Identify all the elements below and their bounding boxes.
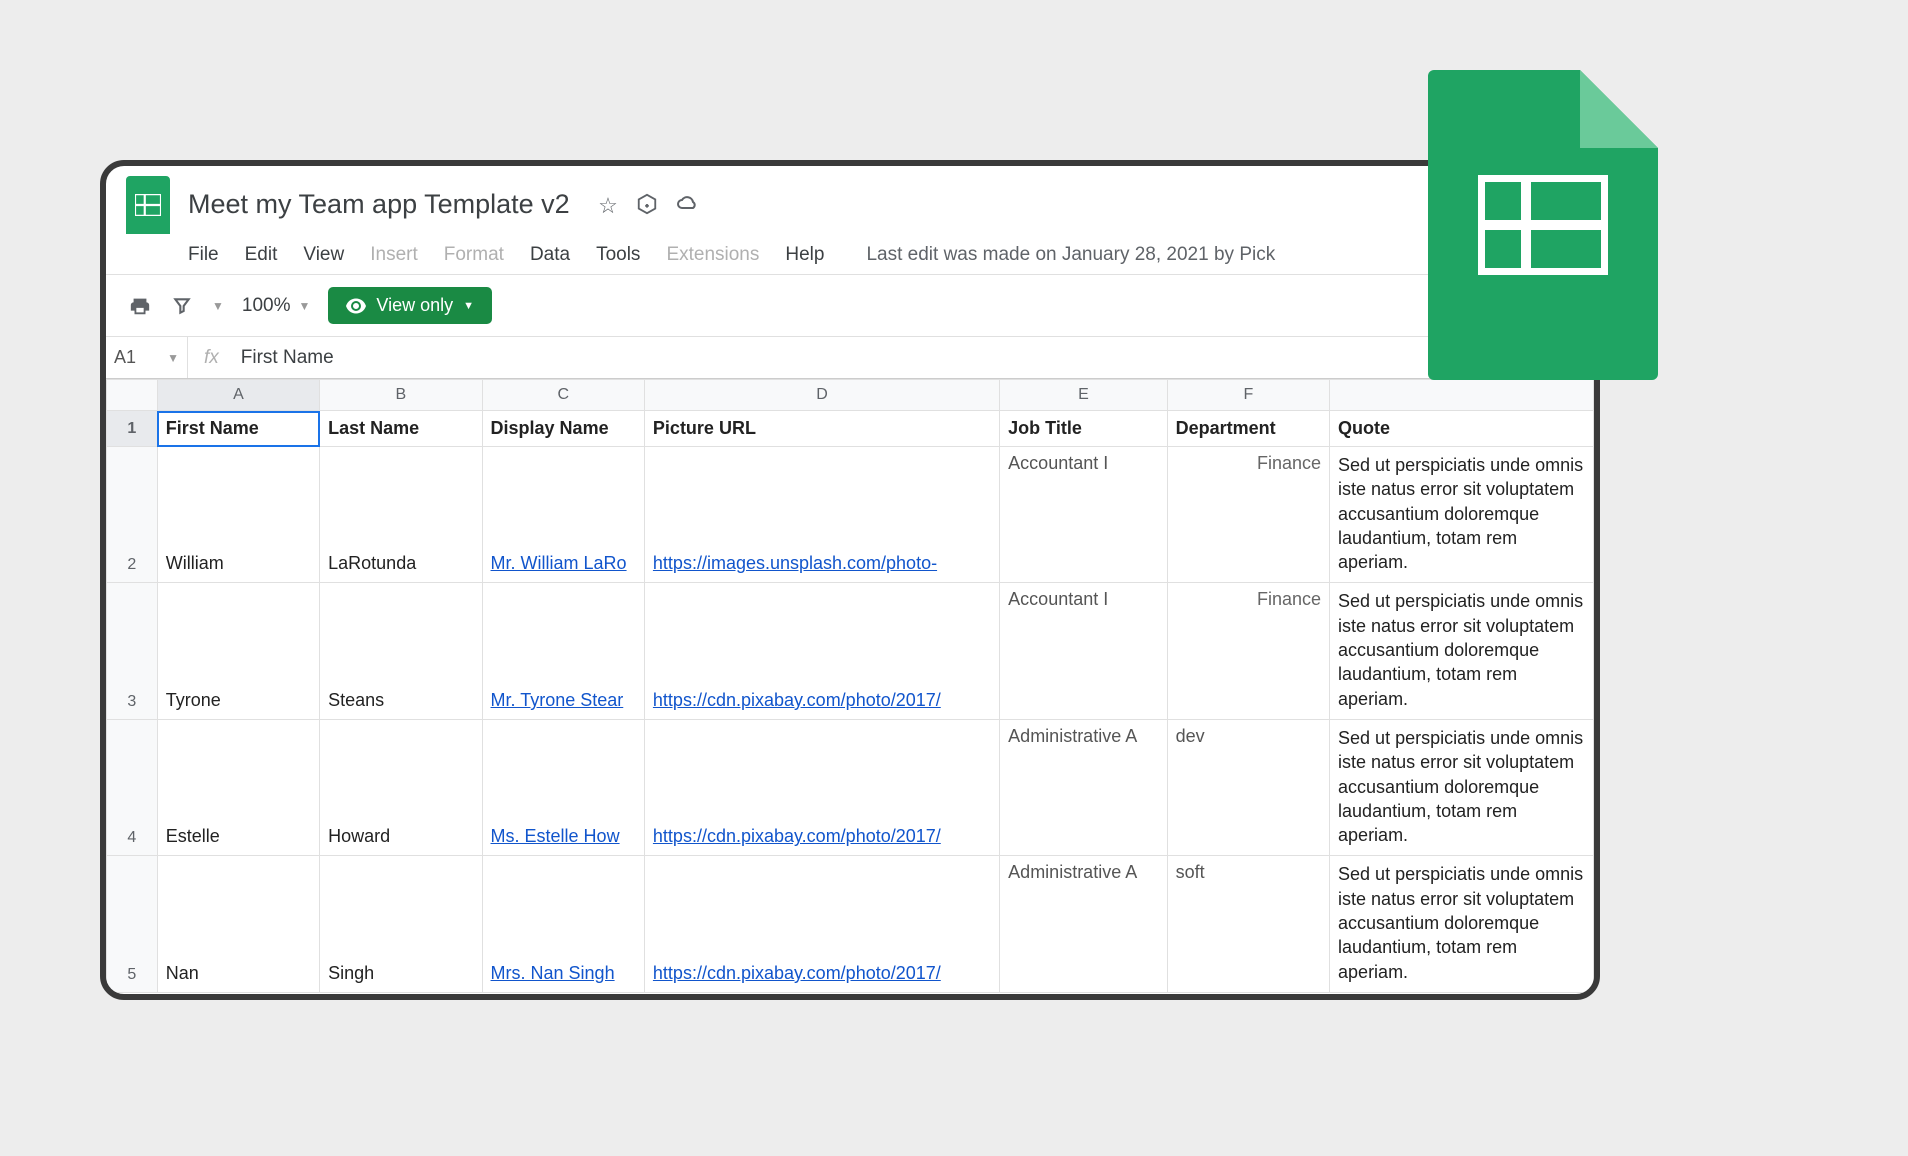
filter-icon[interactable] — [170, 294, 194, 318]
cell[interactable]: Accountant I — [1000, 583, 1167, 719]
cell[interactable]: Department — [1167, 411, 1329, 447]
table-row: 5 Nan Singh Mrs. Nan Singh https://cdn.p… — [107, 856, 1594, 992]
formula-bar: A1 ▼ fx First Name — [106, 336, 1594, 378]
view-only-button[interactable]: View only ▼ — [328, 287, 492, 324]
link[interactable]: Ms. Estelle How — [491, 826, 620, 846]
menu-data[interactable]: Data — [530, 244, 570, 266]
menu-format: Format — [444, 244, 504, 266]
chevron-down-icon: ▼ — [167, 351, 179, 365]
cell[interactable]: Sed ut perspiciatis unde omnis iste natu… — [1330, 719, 1594, 855]
cell[interactable]: dev — [1167, 719, 1329, 855]
view-only-label: View only — [376, 295, 453, 316]
star-icon[interactable]: ☆ — [598, 193, 618, 221]
menu-view[interactable]: View — [303, 244, 344, 266]
cell[interactable]: https://images.unsplash.com/photo- — [644, 447, 999, 583]
chevron-down-icon: ▼ — [299, 299, 311, 313]
link[interactable]: https://cdn.pixabay.com/photo/2017/ — [653, 826, 941, 846]
menu-tools[interactable]: Tools — [596, 244, 640, 266]
cell[interactable]: Sed ut perspiciatis unde omnis iste natu… — [1330, 447, 1594, 583]
cell[interactable]: Job Title — [1000, 411, 1167, 447]
cell[interactable]: Ms. Estelle How — [482, 719, 644, 855]
col-header[interactable]: B — [320, 380, 482, 411]
select-all-corner[interactable] — [107, 380, 158, 411]
fx-icon: fx — [204, 347, 219, 369]
cell[interactable]: Last Name — [320, 411, 482, 447]
cell[interactable]: soft — [1167, 856, 1329, 992]
cell[interactable]: Display Name — [482, 411, 644, 447]
menubar: File Edit View Insert Format Data Tools … — [106, 234, 1594, 274]
print-icon[interactable] — [128, 294, 152, 318]
table-row: 2 William LaRotunda Mr. William LaRo htt… — [107, 447, 1594, 583]
formula-input[interactable]: First Name — [241, 347, 334, 369]
cell[interactable]: Finance — [1167, 447, 1329, 583]
row-header[interactable]: 5 — [107, 856, 158, 992]
filter-dropdown-icon[interactable]: ▼ — [212, 299, 224, 313]
cell[interactable]: LaRotunda — [320, 447, 482, 583]
chevron-down-icon: ▼ — [463, 300, 474, 312]
menu-insert: Insert — [370, 244, 418, 266]
cell[interactable]: Singh — [320, 856, 482, 992]
link[interactable]: Mrs. Nan Singh — [491, 963, 615, 983]
zoom-value: 100% — [242, 295, 291, 317]
cell[interactable]: https://cdn.pixabay.com/photo/2017/ — [644, 856, 999, 992]
cloud-icon[interactable] — [676, 193, 700, 221]
last-edit-text[interactable]: Last edit was made on January 28, 2021 b… — [866, 244, 1275, 266]
link[interactable]: https://cdn.pixabay.com/photo/2017/ — [653, 690, 941, 710]
menu-help[interactable]: Help — [785, 244, 824, 266]
zoom-selector[interactable]: 100% ▼ — [242, 295, 311, 317]
titlebar: Meet my Team app Template v2 ☆ — [106, 166, 1594, 234]
cell[interactable]: Howard — [320, 719, 482, 855]
cell[interactable]: Sed ut perspiciatis unde omnis iste natu… — [1330, 583, 1594, 719]
row-header[interactable]: 4 — [107, 719, 158, 855]
name-box[interactable]: A1 ▼ — [106, 337, 188, 378]
cell[interactable]: Estelle — [157, 719, 319, 855]
row-header[interactable]: 1 — [107, 411, 158, 447]
col-header[interactable]: E — [1000, 380, 1167, 411]
cell[interactable]: Accountant I — [1000, 447, 1167, 583]
cell[interactable]: Steans — [320, 583, 482, 719]
menu-extensions: Extensions — [666, 244, 759, 266]
cell[interactable]: Mr. Tyrone Stear — [482, 583, 644, 719]
col-header[interactable] — [1330, 380, 1594, 411]
link[interactable]: https://cdn.pixabay.com/photo/2017/ — [653, 963, 941, 983]
name-box-value: A1 — [114, 347, 136, 368]
column-header-row: A B C D E F — [107, 380, 1594, 411]
spreadsheet-window: Meet my Team app Template v2 ☆ File Edit… — [100, 160, 1600, 1000]
col-header[interactable]: D — [644, 380, 999, 411]
col-header[interactable]: A — [157, 380, 319, 411]
move-icon[interactable] — [636, 193, 658, 221]
sheets-large-icon — [1428, 70, 1658, 380]
toolbar: ▼ 100% ▼ View only ▼ — [106, 275, 1594, 336]
cell[interactable]: Picture URL — [644, 411, 999, 447]
row-header[interactable]: 2 — [107, 447, 158, 583]
cell[interactable]: Mr. William LaRo — [482, 447, 644, 583]
table-row: 1 First Name Last Name Display Name Pict… — [107, 411, 1594, 447]
table-row: 4 Estelle Howard Ms. Estelle How https:/… — [107, 719, 1594, 855]
sheets-logo-icon — [126, 176, 170, 234]
document-title[interactable]: Meet my Team app Template v2 — [188, 189, 570, 219]
cell[interactable]: Finance — [1167, 583, 1329, 719]
cell[interactable]: Mrs. Nan Singh — [482, 856, 644, 992]
link[interactable]: https://images.unsplash.com/photo- — [653, 553, 937, 573]
row-header[interactable]: 3 — [107, 583, 158, 719]
table-row: 3 Tyrone Steans Mr. Tyrone Stear https:/… — [107, 583, 1594, 719]
link[interactable]: Mr. William LaRo — [491, 553, 627, 573]
cell[interactable]: Sed ut perspiciatis unde omnis iste natu… — [1330, 856, 1594, 992]
menu-file[interactable]: File — [188, 244, 219, 266]
cell[interactable]: Quote — [1330, 411, 1594, 447]
cell[interactable]: https://cdn.pixabay.com/photo/2017/ — [644, 583, 999, 719]
col-header[interactable]: C — [482, 380, 644, 411]
menu-edit[interactable]: Edit — [245, 244, 278, 266]
cell[interactable]: Nan — [157, 856, 319, 992]
col-header[interactable]: F — [1167, 380, 1329, 411]
spreadsheet-grid[interactable]: A B C D E F 1 First Name Last Name Displ… — [106, 378, 1594, 993]
link[interactable]: Mr. Tyrone Stear — [491, 690, 624, 710]
cell[interactable]: Administrative A — [1000, 856, 1167, 992]
cell[interactable]: First Name — [157, 411, 319, 447]
cell[interactable]: Tyrone — [157, 583, 319, 719]
cell[interactable]: Administrative A — [1000, 719, 1167, 855]
cell[interactable]: https://cdn.pixabay.com/photo/2017/ — [644, 719, 999, 855]
cell[interactable]: William — [157, 447, 319, 583]
